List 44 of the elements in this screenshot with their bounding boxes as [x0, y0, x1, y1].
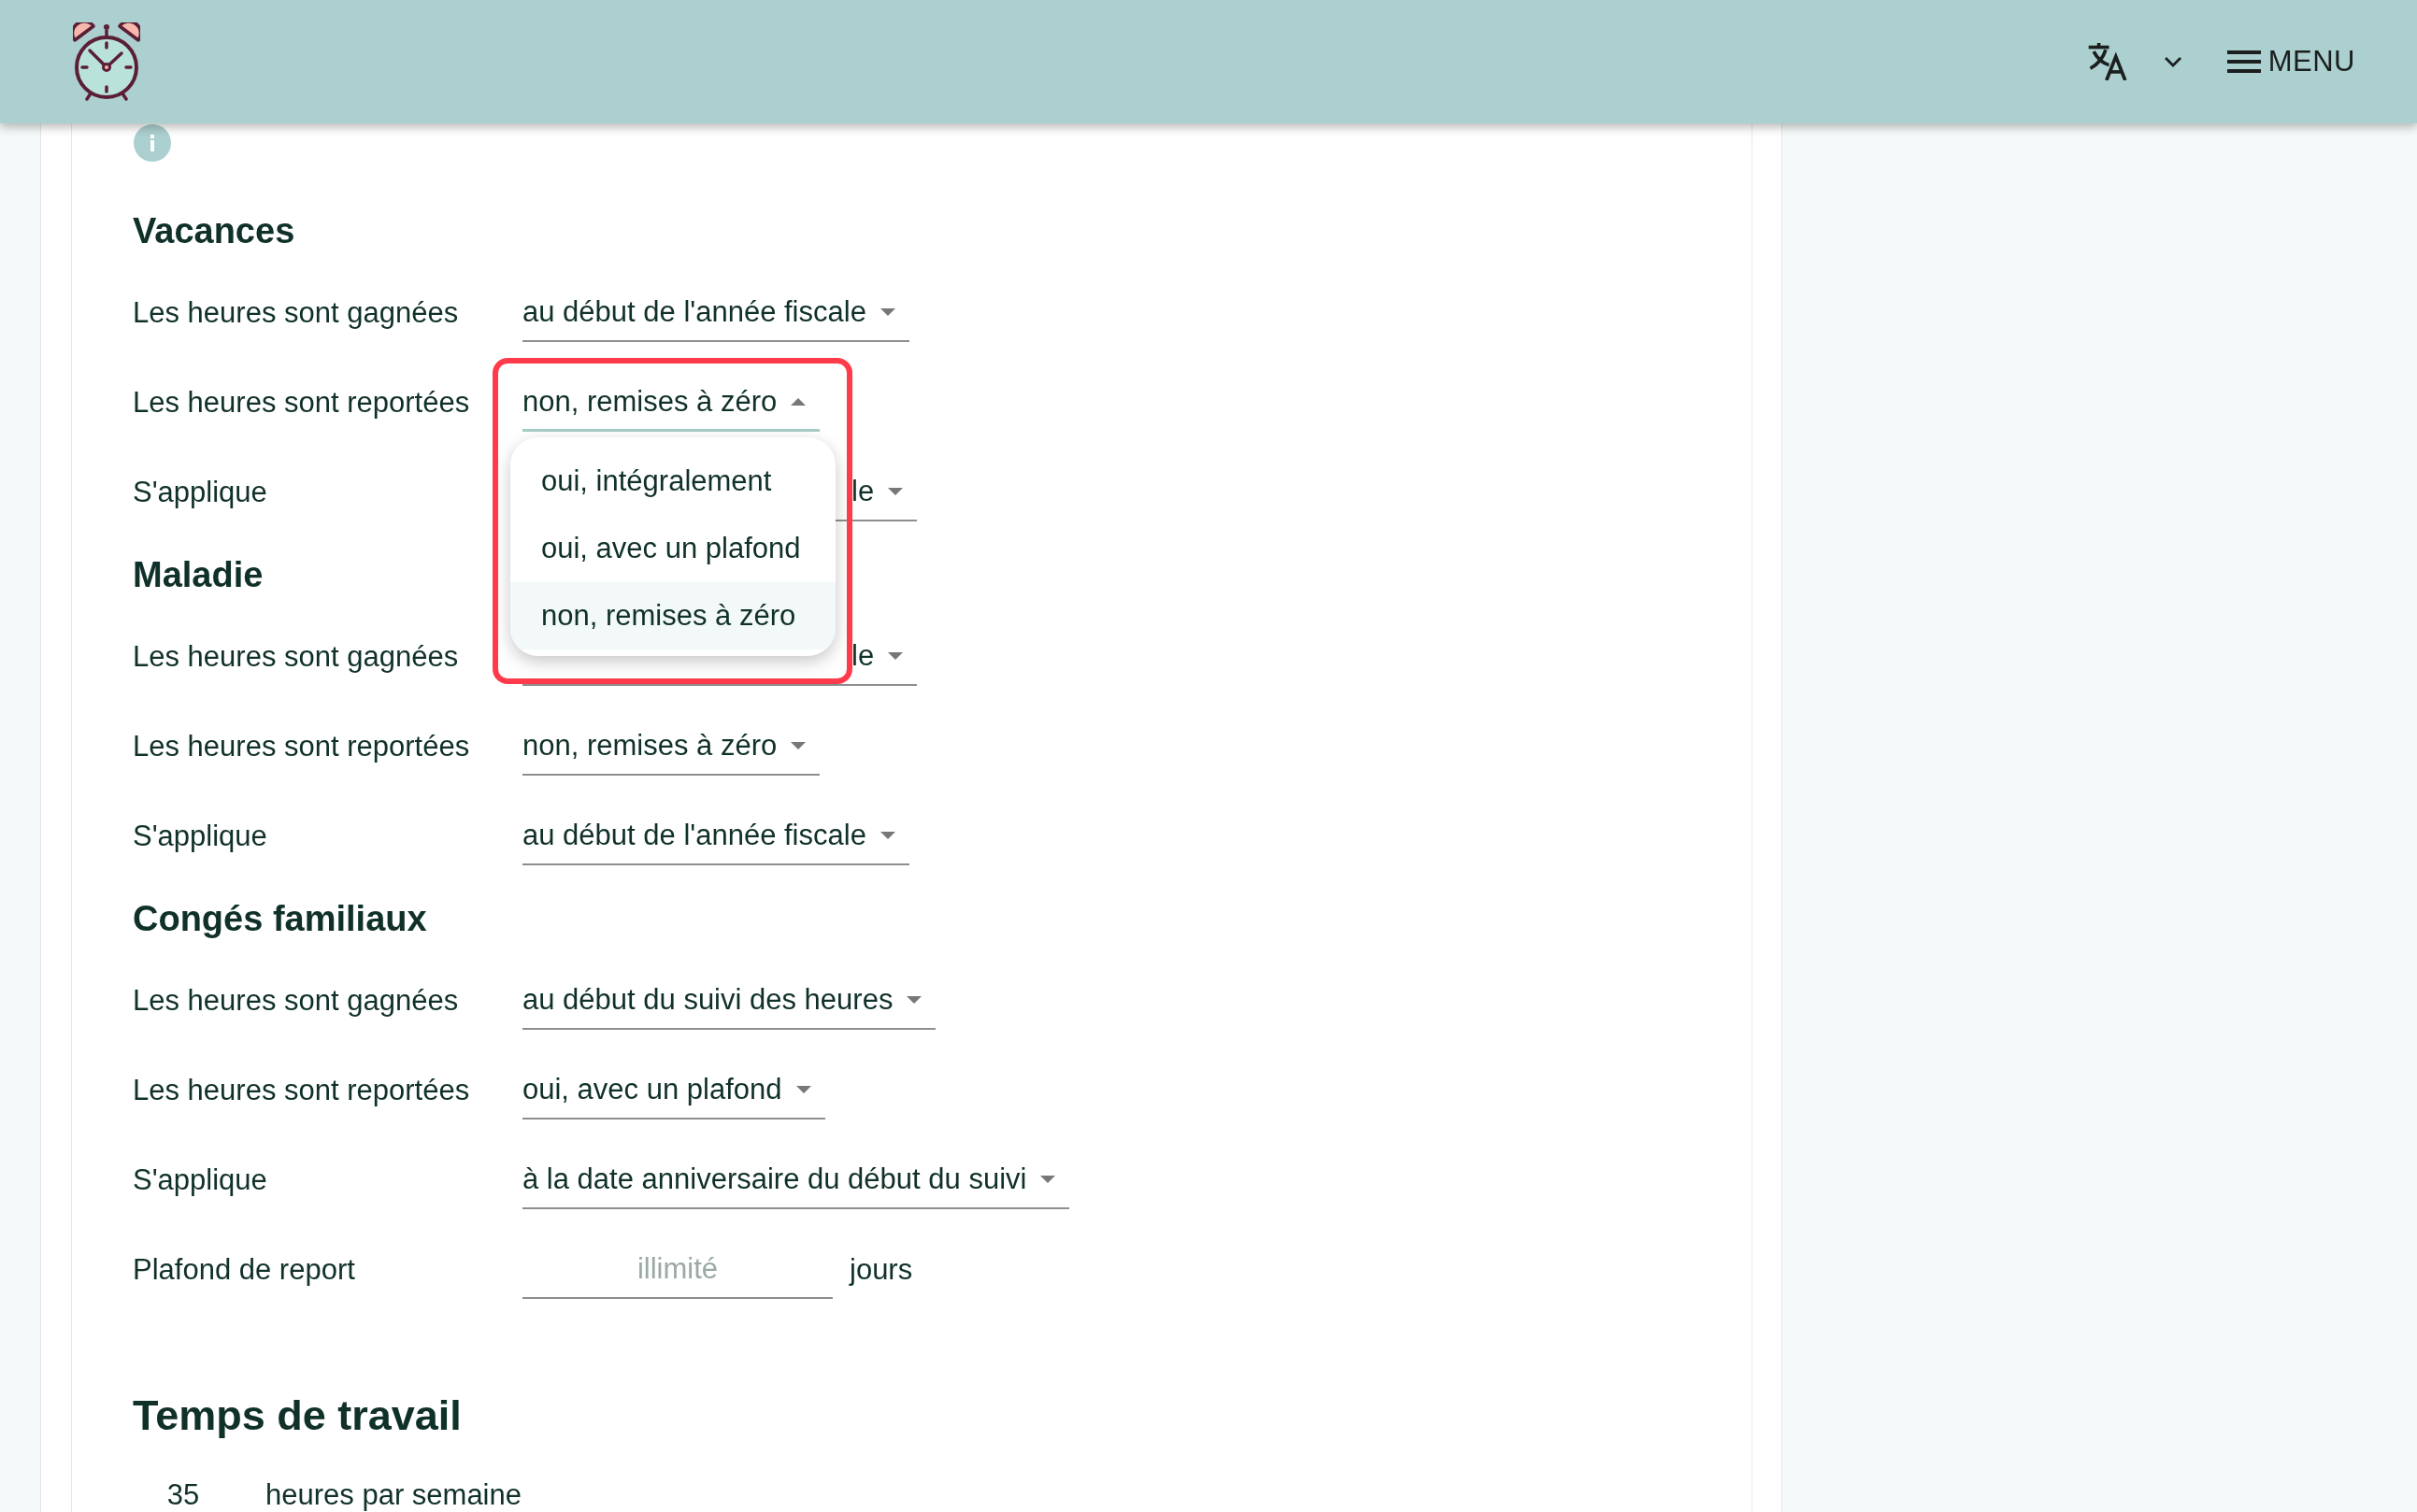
section-heading: Congés familiaux: [133, 897, 427, 940]
dropdown-field[interactable]: non, remises à zéro: [522, 374, 821, 432]
dropdown-field[interactable]: au début du suivi des heures: [522, 972, 937, 1030]
caret-down-icon: [1040, 1176, 1056, 1183]
unit-label: heures par semaine: [265, 1478, 522, 1512]
dropdown-field[interactable]: oui, avec un plafond: [522, 1062, 825, 1120]
field-label: S'applique: [133, 1163, 268, 1197]
caret-down-icon: [907, 996, 922, 1004]
language-button[interactable]: [2087, 43, 2182, 80]
field-label: S'applique: [133, 820, 268, 853]
number-input[interactable]: illimité: [522, 1241, 833, 1299]
dropdown-option[interactable]: oui, avec un plafond: [510, 515, 836, 582]
section-heading: Temps de travail: [133, 1391, 462, 1441]
dropdown-option[interactable]: non, remises à zéro: [510, 582, 836, 649]
caret-down-icon: [888, 488, 904, 495]
field-label: Les heures sont reportées: [133, 386, 471, 420]
alarm-clock-icon[interactable]: [73, 22, 140, 101]
chevron-down-icon: [2163, 56, 2182, 67]
caret-down-icon: [880, 832, 895, 839]
field-label: Les heures sont gagnées: [133, 640, 460, 674]
field-label: S'applique: [133, 476, 268, 509]
dropdown-field[interactable]: à la date anniversaire du début du suivi: [522, 1151, 1070, 1209]
field-label: Les heures sont reportées: [133, 1074, 471, 1107]
field-label: Plafond de report: [133, 1253, 356, 1287]
dropdown-field[interactable]: le: [851, 464, 918, 521]
caret-down-icon: [791, 742, 807, 749]
dropdown-option[interactable]: oui, intégralement: [510, 448, 836, 515]
section-heading: Vacances: [133, 209, 295, 252]
dropdown-field[interactable]: le: [851, 628, 918, 686]
caret-up-icon: [791, 397, 807, 406]
menu-button[interactable]: MENU: [2226, 45, 2355, 78]
field-label: Les heures sont reportées: [133, 730, 471, 763]
hours-input[interactable]: 35: [133, 1479, 234, 1511]
menu-icon: [2226, 50, 2261, 73]
caret-down-icon: [880, 308, 895, 316]
caret-down-icon: [888, 652, 904, 660]
caret-down-icon: [795, 1086, 811, 1093]
dropdown-field[interactable]: non, remises à zéro: [522, 718, 821, 776]
dropdown-field[interactable]: au début de l'année fiscale: [522, 284, 909, 342]
field-label: Les heures sont gagnées: [133, 984, 460, 1018]
dropdown-field[interactable]: au début de l'année fiscale: [522, 807, 909, 865]
unit-label: jours: [850, 1253, 913, 1287]
field-label: Les heures sont gagnées: [133, 296, 460, 330]
section-heading: Maladie: [133, 553, 264, 596]
